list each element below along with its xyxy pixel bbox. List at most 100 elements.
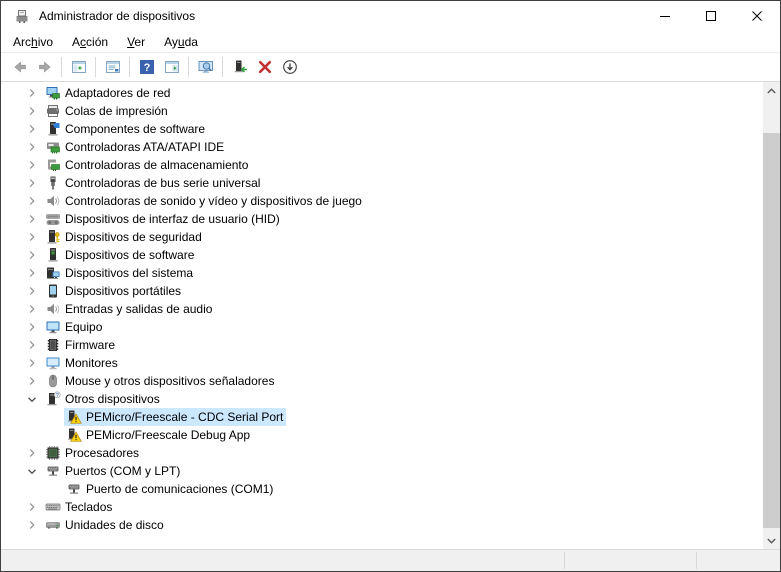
tree-item-surface[interactable]: Teclados	[43, 498, 115, 516]
tree-item-surface[interactable]: Dispositivos de software	[43, 246, 197, 264]
tree-item[interactable]: Equipo	[1, 318, 763, 336]
tree-item-surface[interactable]: PEMicro/Freescale Debug App	[64, 426, 253, 444]
chevron-right-icon[interactable]	[24, 445, 40, 461]
tree-item[interactable]: Adaptadores de red	[1, 84, 763, 102]
chevron-right-icon[interactable]	[24, 301, 40, 317]
tree-item-surface[interactable]: Controladoras de sonido y vídeo y dispos…	[43, 192, 365, 210]
processor-icon	[45, 445, 61, 461]
tree-item-surface[interactable]: Dispositivos del sistema	[43, 264, 196, 282]
toolbar-group	[193, 56, 218, 79]
selected-tree-item-surface[interactable]: PEMicro/Freescale - CDC Serial Port	[64, 408, 287, 426]
tree-item[interactable]: Controladoras de almacenamiento	[1, 156, 763, 174]
menu-ver[interactable]: Ver	[119, 33, 153, 51]
menu-archivo[interactable]: Archivo	[5, 33, 61, 51]
tree-item[interactable]: PEMicro/Freescale Debug App	[1, 426, 763, 444]
tree-item-surface[interactable]: Unidades de disco	[43, 516, 167, 534]
title-bar[interactable]: Administrador de dispositivos	[1, 1, 780, 31]
vertical-scrollbar[interactable]	[763, 82, 780, 549]
scan-hardware-changes-button[interactable]	[194, 56, 217, 79]
chevron-right-icon[interactable]	[24, 139, 40, 155]
chevron-right-icon[interactable]	[24, 337, 40, 353]
tree-item[interactable]: Dispositivos portátiles	[1, 282, 763, 300]
tree-item[interactable]: Controladoras ATA/ATAPI IDE	[1, 138, 763, 156]
tree-item[interactable]: Dispositivos de interfaz de usuario (HID…	[1, 210, 763, 228]
tree-item-surface[interactable]: Componentes de software	[43, 120, 208, 138]
show-console-tree-button[interactable]	[67, 56, 90, 79]
tree-item[interactable]: Controladoras de sonido y vídeo y dispos…	[1, 192, 763, 210]
maximize-button[interactable]	[688, 1, 734, 31]
minimize-button[interactable]	[642, 1, 688, 31]
tree-item-surface[interactable]: Firmware	[43, 336, 118, 354]
chevron-down-icon[interactable]	[24, 391, 40, 407]
tree-item-surface[interactable]: ? Otros dispositivos	[43, 390, 163, 408]
tree-item[interactable]: Puerto de comunicaciones (COM1)	[1, 480, 763, 498]
chevron-right-icon[interactable]	[24, 319, 40, 335]
tree-item-surface[interactable]: Procesadores	[43, 444, 142, 462]
tree-item-surface[interactable]: Equipo	[43, 318, 105, 336]
scroll-down-arrow-icon[interactable]	[763, 532, 780, 549]
tree-item[interactable]: Monitores	[1, 354, 763, 372]
chevron-right-icon[interactable]	[24, 121, 40, 137]
tree-item-surface[interactable]: Dispositivos de seguridad	[43, 228, 205, 246]
tree-item[interactable]: Controladoras de bus serie universal	[1, 174, 763, 192]
tree-item-surface[interactable]: Dispositivos portátiles	[43, 282, 184, 300]
forward-button[interactable]	[33, 56, 56, 79]
tree-item-surface[interactable]: Controladoras de bus serie universal	[43, 174, 263, 192]
tree-item-surface[interactable]: Puertos (COM y LPT)	[43, 462, 183, 480]
tree-item[interactable]: Entradas y salidas de audio	[1, 300, 763, 318]
statusbar-divider	[696, 552, 697, 569]
tree-item[interactable]: Dispositivos de seguridad	[1, 228, 763, 246]
chevron-right-icon[interactable]	[24, 355, 40, 371]
menu-ayuda[interactable]: Ayuda	[156, 33, 206, 51]
chevron-right-icon[interactable]	[24, 85, 40, 101]
scrollbar-thumb[interactable]	[763, 133, 780, 528]
back-button[interactable]	[8, 56, 31, 79]
tree-item[interactable]: Dispositivos de software	[1, 246, 763, 264]
help-button[interactable]: ?	[135, 56, 158, 79]
chevron-right-icon[interactable]	[24, 211, 40, 227]
tree-item-surface[interactable]: Mouse y otros dispositivos señaladores	[43, 372, 277, 390]
chevron-right-icon[interactable]	[24, 103, 40, 119]
chevron-right-icon[interactable]	[24, 499, 40, 515]
tree-item[interactable]: Firmware	[1, 336, 763, 354]
update-driver-button[interactable]	[228, 56, 251, 79]
action-pane-button[interactable]	[160, 56, 183, 79]
chevron-right-icon[interactable]	[24, 265, 40, 281]
tree-item[interactable]: Mouse y otros dispositivos señaladores	[1, 372, 763, 390]
tree-item-surface[interactable]: Adaptadores de red	[43, 84, 173, 102]
tree-item-surface[interactable]: Controladoras de almacenamiento	[43, 156, 251, 174]
close-button[interactable]	[734, 1, 780, 31]
tree-item[interactable]: Puertos (COM y LPT)	[1, 462, 763, 480]
tree-item-surface[interactable]: Puerto de comunicaciones (COM1)	[64, 480, 276, 498]
hid-device-icon	[45, 211, 61, 227]
chevron-down-icon[interactable]	[24, 463, 40, 479]
tree-item[interactable]: Procesadores	[1, 444, 763, 462]
tree-item-surface[interactable]: Monitores	[43, 354, 121, 372]
chevron-right-icon[interactable]	[24, 517, 40, 533]
tree-item-surface[interactable]: Controladoras ATA/ATAPI IDE	[43, 138, 227, 156]
disable-device-button[interactable]	[278, 56, 301, 79]
chevron-right-icon[interactable]	[24, 193, 40, 209]
chevron-right-icon[interactable]	[24, 229, 40, 245]
tree-item[interactable]: Teclados	[1, 498, 763, 516]
chevron-right-icon[interactable]	[24, 175, 40, 191]
tree-item-surface[interactable]: Colas de impresión	[43, 102, 171, 120]
tree-item[interactable]: PEMicro/Freescale - CDC Serial Port	[1, 408, 763, 426]
tree-item[interactable]: Colas de impresión	[1, 102, 763, 120]
menu-accion[interactable]: Acción	[64, 33, 116, 51]
tree-item[interactable]: Unidades de disco	[1, 516, 763, 534]
tree-item-surface[interactable]: Dispositivos de interfaz de usuario (HID…	[43, 210, 283, 228]
tree-item[interactable]: Componentes de software	[1, 120, 763, 138]
tree-item-surface[interactable]: Entradas y salidas de audio	[43, 300, 215, 318]
chevron-right-icon[interactable]	[24, 157, 40, 173]
properties-button[interactable]	[101, 56, 124, 79]
toolbar-separator	[95, 57, 96, 77]
tree-item[interactable]: ? Otros dispositivos	[1, 390, 763, 408]
chevron-right-icon[interactable]	[24, 247, 40, 263]
chevron-right-icon[interactable]	[24, 373, 40, 389]
scroll-up-arrow-icon[interactable]	[763, 82, 780, 99]
uninstall-device-button[interactable]	[253, 56, 276, 79]
tree-item[interactable]: Dispositivos del sistema	[1, 264, 763, 282]
chevron-right-icon[interactable]	[24, 283, 40, 299]
